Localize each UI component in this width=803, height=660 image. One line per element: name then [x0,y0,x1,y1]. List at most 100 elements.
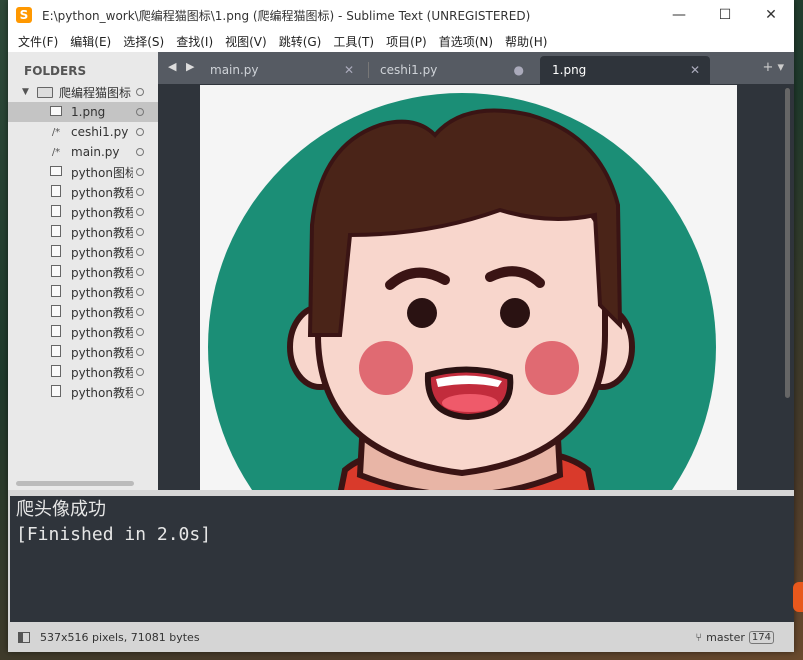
close-icon[interactable] [136,288,144,296]
sidebar-scrollbar[interactable] [16,481,134,486]
build-output-panel: 爬头像成功 [Finished in 2.0s] [10,496,794,622]
code-file-icon: /* [51,146,61,158]
window-title: E:\python_work\爬编程猫图标\1.png (爬编程猫图标) - S… [42,8,531,23]
menu-help[interactable]: 帮助(H) [499,33,553,50]
sidebar-file-item[interactable]: python教程 [8,222,158,242]
tab-main-py[interactable]: main.py ✕ [198,56,364,84]
close-icon[interactable] [136,348,144,356]
close-icon[interactable] [136,388,144,396]
minimize-button[interactable]: — [656,0,702,30]
menu-bar: 文件(F) 编辑(E) 选择(S) 查找(I) 视图(V) 跳转(G) 工具(T… [8,30,794,52]
file-name: python教程 [71,225,133,240]
desktop-widget-icon[interactable] [793,582,803,612]
close-icon[interactable] [136,88,144,96]
menu-view[interactable]: 视图(V) [219,33,273,50]
file-name: python教程 [71,265,133,280]
close-icon[interactable]: ✕ [344,63,354,77]
menu-find[interactable]: 查找(I) [170,33,219,50]
file-icon [50,384,62,400]
close-icon[interactable] [136,268,144,276]
git-branch[interactable]: ⑂ master 174 [695,630,774,644]
menu-project[interactable]: 项目(P) [380,33,433,50]
file-icon [50,344,62,360]
menu-file[interactable]: 文件(F) [12,33,64,50]
new-tab-menu-icon[interactable]: + ▾ [762,60,784,75]
file-name: python教程 [71,285,133,300]
sidebar: FOLDERS ▼ 爬编程猫图标 1.png /* ceshi1.py /* main.… [8,52,158,490]
close-icon[interactable] [136,188,144,196]
file-name: python教程 [71,385,133,400]
sidebar-file-item[interactable]: python教程 [8,202,158,222]
tab-bar: ◀ ▶ main.py ✕ ceshi1.py ● 1.png ✕ + ▾ [158,52,794,84]
file-name: python教程 [71,305,133,320]
menu-tools[interactable]: 工具(T) [327,33,380,50]
sidebar-file-item[interactable]: python教程 [8,322,158,342]
unsaved-dot-icon[interactable]: ● [514,63,524,77]
menu-goto[interactable]: 跳转(G) [273,33,328,50]
close-icon[interactable] [136,228,144,236]
sidebar-file-item[interactable]: /* ceshi1.py [8,122,158,142]
console-line: 爬头像成功 [16,499,106,520]
image-file-icon [50,165,62,179]
sidebar-file-item[interactable]: python教程 [8,242,158,262]
menu-preferences[interactable]: 首选项(N) [433,33,499,50]
close-icon[interactable]: ✕ [690,63,700,77]
branch-icon: ⑂ [695,630,703,644]
file-icon [50,184,62,200]
file-icon [50,364,62,380]
image-file-icon [50,105,62,119]
folder-icon [37,86,53,98]
tab-nav-arrows-icon[interactable]: ◀ ▶ [168,60,197,73]
menu-selection[interactable]: 选择(S) [117,33,170,50]
sidebar-file-item[interactable]: python图标 [8,162,158,182]
sidebar-file-item[interactable]: python教程 [8,382,158,402]
panel-toggle-icon[interactable] [18,631,30,643]
sidebar-file-item[interactable]: 1.png [8,102,158,122]
branch-name: master [706,630,745,644]
file-name: 1.png [71,105,106,119]
right-cheek [525,341,579,395]
sidebar-file-item[interactable]: python教程 [8,342,158,362]
tab-ceshi1-py[interactable]: ceshi1.py ● [368,56,534,84]
file-name: ceshi1.py [71,125,129,139]
chevron-down-icon[interactable]: ▼ [22,87,29,97]
sidebar-file-item[interactable]: python教程 [8,282,158,302]
file-name: python图标 [71,165,133,180]
maximize-button[interactable]: ☐ [702,0,748,30]
menu-edit[interactable]: 编辑(E) [64,33,117,50]
sidebar-file-item[interactable]: python教程 [8,262,158,282]
close-icon[interactable] [136,128,144,136]
close-icon[interactable] [136,108,144,116]
close-button[interactable]: ✕ [748,0,794,30]
title-bar: S E:\python_work\爬编程猫图标\1.png (爬编程猫图标) -… [8,0,794,30]
file-name: python教程 [71,245,133,260]
sidebar-file-item[interactable]: python教程 [8,182,158,202]
vertical-scrollbar[interactable] [785,88,790,398]
close-icon[interactable] [136,148,144,156]
sublime-logo-icon: S [16,7,32,23]
file-icon [50,224,62,240]
close-icon[interactable] [136,208,144,216]
close-icon[interactable] [136,308,144,316]
left-eye [407,298,437,328]
tab-1-png[interactable]: 1.png ✕ [540,56,710,84]
console-line: [Finished in 2.0s] [16,524,212,545]
file-icon [50,304,62,320]
folder-root[interactable]: ▼ 爬编程猫图标 [8,82,158,102]
close-icon[interactable] [136,328,144,336]
status-bar: 537x516 pixels, 71081 bytes ⑂ master 174 [8,622,794,652]
close-icon[interactable] [136,248,144,256]
file-icon [50,204,62,220]
file-icon [50,244,62,260]
file-icon [50,324,62,340]
code-file-icon: /* [51,126,61,138]
sidebar-file-item[interactable]: python教程 [8,302,158,322]
sidebar-file-item[interactable]: python教程 [8,362,158,382]
sidebar-file-item[interactable]: /* main.py [8,142,158,162]
close-icon[interactable] [136,368,144,376]
image-view [158,84,794,490]
close-icon[interactable] [136,168,144,176]
file-name: python教程 [71,325,133,340]
tab-label: ceshi1.py [380,63,438,77]
folder-name: 爬编程猫图标 [59,85,132,100]
